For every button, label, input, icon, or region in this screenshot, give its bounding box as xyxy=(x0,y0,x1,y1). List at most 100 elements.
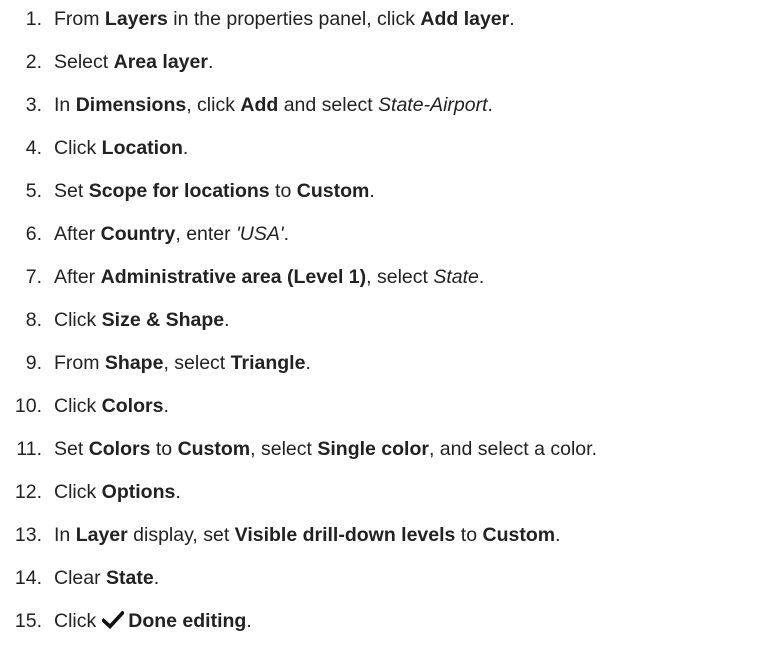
ui-term: Triangle xyxy=(230,352,306,374)
step-text: After Administrative area (Level 1), sel… xyxy=(54,259,484,295)
step-number: 14. xyxy=(14,567,42,589)
step-text: Set Colors to Custom, select Single colo… xyxy=(54,431,597,467)
step-fragment: , and select a color. xyxy=(428,438,597,460)
step-fragment: . xyxy=(283,223,290,245)
step-text: Click Location. xyxy=(54,130,188,166)
list-item: 3. In Dimensions, click Add and select St… xyxy=(0,87,493,123)
step-fragment: . xyxy=(182,137,189,159)
list-item: 14. Clear State. xyxy=(0,560,159,596)
step-fragment: display, set xyxy=(127,524,235,546)
ui-term: Options xyxy=(101,481,176,503)
step-number: 13. xyxy=(14,524,42,546)
step-fragment: , select xyxy=(250,438,318,460)
step-fragment: Set xyxy=(54,180,89,202)
list-item: 5. Set Scope for locations to Custom. xyxy=(0,173,375,209)
ui-term: Colors xyxy=(88,438,151,460)
step-fragment: . xyxy=(163,395,169,417)
ui-term: Custom xyxy=(177,438,251,460)
step-number: 2. xyxy=(25,51,42,73)
check-icon xyxy=(102,611,125,629)
step-number: 15. xyxy=(14,610,42,632)
list-item: 2. Select Area layer. xyxy=(0,44,214,80)
value-term: State-Airport xyxy=(378,94,488,116)
step-fragment: . xyxy=(487,94,493,116)
value-term: State xyxy=(433,266,479,288)
step-fragment: . xyxy=(305,352,311,374)
step-number: 5. xyxy=(25,180,42,202)
value-term: 'USA' xyxy=(236,223,284,245)
step-fragment: After xyxy=(54,266,101,288)
step-text: Click Colors. xyxy=(54,388,169,424)
step-fragment: Click xyxy=(54,395,102,417)
step-text: Click Size & Shape. xyxy=(54,302,230,338)
step-fragment: Click xyxy=(54,610,97,632)
step-text: Click Done editing. xyxy=(54,603,252,639)
step-text: In Layer display, set Visible drill-down… xyxy=(54,517,561,553)
step-fragment: . xyxy=(246,610,252,632)
step-number: 9. xyxy=(25,352,42,374)
step-text: From Layers in the properties panel, cli… xyxy=(54,1,515,37)
ui-term: Layers xyxy=(104,8,168,30)
step-number: 7. xyxy=(25,266,42,288)
step-number: 8. xyxy=(25,309,42,331)
step-fragment: Clear xyxy=(54,567,107,589)
step-fragment: In xyxy=(54,94,76,116)
step-fragment: Click xyxy=(54,137,102,159)
step-text: After Country, enter 'USA'. xyxy=(54,216,289,252)
list-item: 4. Click Location. xyxy=(0,130,189,166)
step-number: 11. xyxy=(16,438,42,460)
list-item: 9. From Shape, select Triangle. xyxy=(0,345,311,381)
step-fragment: Click xyxy=(54,309,102,331)
step-fragment: . xyxy=(369,180,375,202)
step-fragment: . xyxy=(175,481,181,503)
ui-term: Done editing xyxy=(128,610,247,632)
step-fragment: . xyxy=(478,266,485,288)
step-fragment: , enter xyxy=(175,223,237,245)
ui-term: Dimensions xyxy=(75,94,187,116)
ui-term: Country xyxy=(100,223,176,245)
step-text: Clear State. xyxy=(54,560,159,596)
ui-term: State xyxy=(106,567,154,589)
step-fragment: From xyxy=(54,8,105,30)
list-item: 12. Click Options. xyxy=(0,474,181,510)
step-number: 6. xyxy=(25,223,42,245)
step-fragment: to xyxy=(455,524,483,546)
step-fragment: to xyxy=(269,180,297,202)
ui-term: Custom xyxy=(482,524,556,546)
ui-term: Area layer xyxy=(113,51,208,73)
step-fragment: In xyxy=(54,524,76,546)
ui-term: Administrative area (Level 1) xyxy=(100,266,367,288)
step-fragment: Set xyxy=(54,438,89,460)
step-fragment: , select xyxy=(366,266,434,288)
ui-term: Visible drill-down levels xyxy=(234,524,456,546)
list-item: 15. Click Done editing. xyxy=(0,603,252,639)
list-item: 8. Click Size & Shape. xyxy=(0,302,230,338)
step-text: Select Area layer. xyxy=(54,44,213,80)
step-fragment: and select xyxy=(278,94,379,116)
step-number: 1. xyxy=(25,8,42,30)
ui-term: Scope for locations xyxy=(88,180,270,202)
step-text: Click Options. xyxy=(54,474,181,510)
ui-term: Add xyxy=(240,94,279,116)
list-item: 1. From Layers in the properties panel, c… xyxy=(0,1,515,37)
step-number: 4. xyxy=(25,137,42,159)
step-fragment: . xyxy=(555,524,561,546)
step-fragment: in the properties panel, click xyxy=(167,8,421,30)
step-fragment: . xyxy=(224,309,230,331)
list-item: 13. In Layer display, set Visible drill-d… xyxy=(0,517,561,553)
ui-term: Size & Shape xyxy=(101,309,225,331)
ui-term: Custom xyxy=(296,180,370,202)
ui-term: Layer xyxy=(75,524,128,546)
ui-term: Colors xyxy=(101,395,164,417)
step-fragment: . xyxy=(509,8,515,30)
step-number: 3. xyxy=(25,94,42,116)
step-text: In Dimensions, click Add and select Stat… xyxy=(54,87,493,123)
step-fragment: , click xyxy=(186,94,241,116)
list-item: 6. After Country, enter 'USA'. xyxy=(0,216,289,252)
step-fragment: After xyxy=(54,223,101,245)
step-fragment: Click xyxy=(54,481,102,503)
list-item: 7. After Administrative area (Level 1), s… xyxy=(0,259,485,295)
ui-term: Location xyxy=(101,137,183,159)
ui-term: Single color xyxy=(317,438,429,460)
step-number: 12. xyxy=(14,481,42,503)
